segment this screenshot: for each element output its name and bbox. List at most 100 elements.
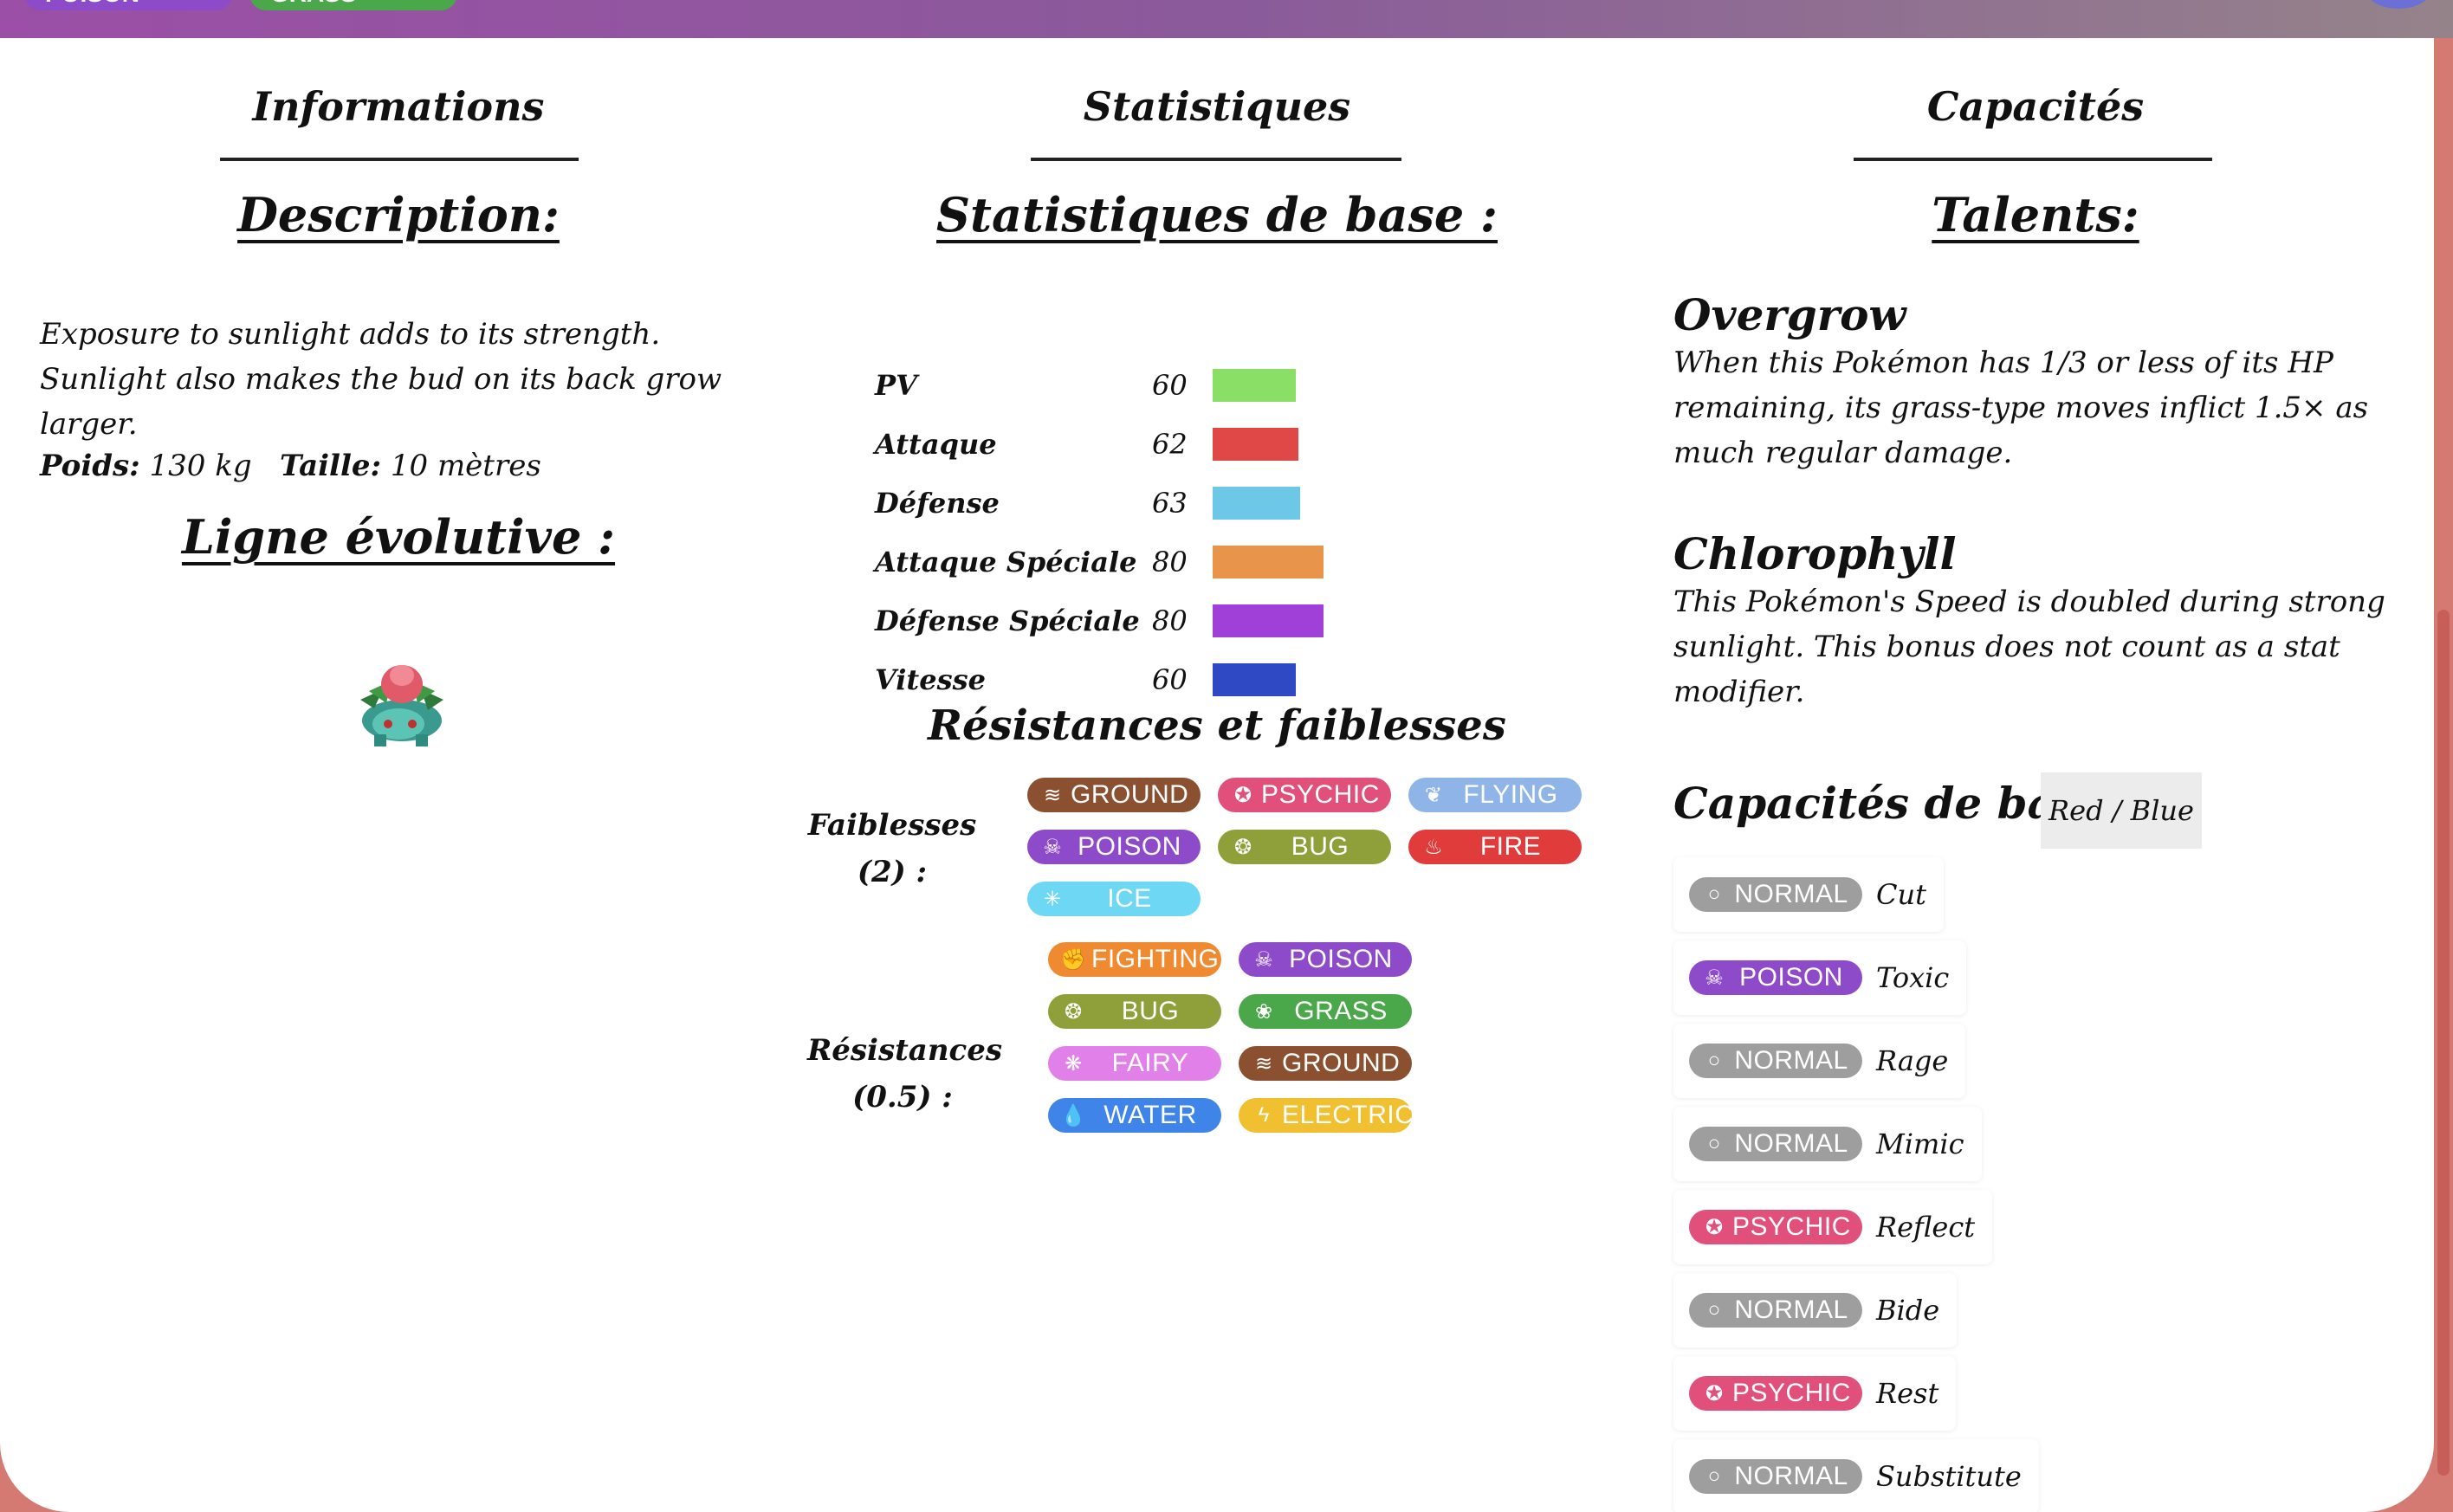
informations-column: Informations Description: Exposure to su…	[0, 38, 797, 746]
stat-name: Défense Spéciale	[875, 604, 1140, 637]
type-badge-ground: ≋ GROUND	[1239, 1046, 1412, 1081]
grass-icon: ❀	[1254, 999, 1273, 1024]
normal-icon: ○	[1707, 882, 1721, 906]
move-card[interactable]: ✪ PSYCHIC Reflect	[1673, 1190, 1993, 1264]
type-badge-label: NORMAL	[1734, 1046, 1848, 1075]
description-title: Description:	[237, 187, 560, 242]
normal-icon: ○	[1707, 1464, 1721, 1488]
type-badge-label: NORMAL	[1734, 880, 1848, 908]
tab-capacites[interactable]: Capacités	[1663, 38, 2408, 159]
move-card[interactable]: ○ NORMAL Rage	[1673, 1024, 1966, 1098]
type-badge-normal: ○ NORMAL	[1689, 1293, 1862, 1328]
psychic-icon: ✪	[1233, 783, 1252, 807]
type-badge-label: PSYCHIC	[1261, 780, 1380, 809]
stat-name: Attaque	[875, 428, 997, 461]
scrollbar[interactable]	[2434, 38, 2453, 1512]
move-name: Cut	[1876, 878, 1926, 911]
type-badge-label: GROUND	[1071, 780, 1189, 809]
type-badge-psychic: ✪ PSYCHIC	[1689, 1210, 1862, 1244]
type-badge-water: 💧 WATER	[1048, 1098, 1221, 1133]
stat-bar	[1213, 663, 1296, 696]
type-badge-bug: ❂ BUG	[1048, 994, 1221, 1029]
tab-statistiques[interactable]: Statistiques	[797, 38, 1637, 159]
type-badge-label: BUG	[1291, 832, 1349, 861]
stat-value: 80	[1152, 546, 1188, 578]
version-select-button[interactable]: Red / Blue	[2041, 772, 2202, 849]
talent-name: Chlorophyll	[1673, 528, 1957, 579]
weaknesses-label: Faiblesses (2) :	[797, 802, 987, 895]
ground-icon: ≋	[1043, 783, 1062, 807]
type-badge-psychic: ✪ PSYCHIC	[1218, 778, 1391, 812]
type-badge-label: GRASS	[1294, 997, 1388, 1025]
move-name: Rest	[1876, 1377, 1939, 1410]
move-name: Toxic	[1876, 961, 1950, 994]
stat-value: 60	[1152, 663, 1188, 696]
resistances-label-line1: Résistances	[807, 1033, 1003, 1068]
type-badge-label: ELECTRIC	[1282, 1101, 1414, 1129]
type-badge-label: FIGHTING	[1091, 945, 1220, 973]
poison-icon: ☠	[1043, 835, 1062, 859]
talent-chlorophyll: Chlorophyll This Pokémon's Speed is doub…	[1673, 528, 2401, 714]
talent-name: Overgrow	[1673, 289, 1906, 340]
type-badge-normal: ○ NORMAL	[1689, 877, 1862, 912]
type-badge-psychic: ✪ PSYCHIC	[1689, 1376, 1862, 1411]
move-name: Mimic	[1876, 1128, 1964, 1160]
physical-info: Poids: 130 kg Taille: 10 mètres	[40, 443, 733, 488]
move-card[interactable]: ✪ PSYCHIC Rest	[1673, 1356, 1957, 1431]
type-badge-poison: ☠ POISON	[1239, 942, 1412, 977]
pokemon-detail-card: Informations Description: Exposure to su…	[0, 38, 2434, 1512]
tab-underline	[1031, 158, 1401, 161]
type-badge-normal: ○ NORMAL	[1689, 1127, 1862, 1161]
type-badge-label: WATER	[1104, 1101, 1197, 1129]
move-card[interactable]: ○ NORMAL Cut	[1673, 857, 1944, 932]
scrollbar-thumb[interactable]	[2437, 610, 2450, 1476]
stat-bar	[1213, 487, 1300, 520]
stat-bar	[1213, 369, 1296, 402]
type-badge-label: POISON	[1739, 963, 1843, 992]
move-card[interactable]: ○ NORMAL Mimic	[1673, 1107, 1982, 1181]
move-name: Bide	[1876, 1294, 1940, 1327]
move-card[interactable]: ○ NORMAL Substitute	[1673, 1439, 2039, 1512]
type-badge-label: FAIRY	[1111, 1049, 1189, 1077]
stat-name: Défense	[875, 487, 1000, 520]
base-stats-title: Statistiques de base :	[936, 187, 1498, 242]
stat-row: Attaque 62	[875, 424, 1298, 464]
resistances-label: Résistances (0.5) :	[807, 1027, 1003, 1121]
ground-icon: ≋	[1254, 1051, 1273, 1076]
type-badge-label: NORMAL	[1734, 1462, 1848, 1490]
type-badge-label: GROUND	[1282, 1049, 1401, 1077]
type-badge-label: PSYCHIC	[1732, 1212, 1851, 1241]
tab-informations[interactable]: Informations	[0, 38, 797, 159]
type-badge-flying: ❦ FLYING	[1408, 778, 1582, 812]
avatar[interactable]	[2361, 0, 2436, 9]
move-card[interactable]: ○ NORMAL Bide	[1673, 1273, 1958, 1347]
normal-icon: ○	[1707, 1049, 1721, 1072]
normal-icon: ○	[1707, 1298, 1721, 1321]
type-badge-label: NORMAL	[1734, 1296, 1848, 1324]
type-badge-ice: ✳ ICE	[1027, 882, 1201, 916]
evolution-title: Ligne évolutive :	[181, 509, 616, 565]
fighting-icon: ✊	[1060, 947, 1086, 972]
water-icon: 💧	[1060, 1103, 1086, 1128]
pokemon-sprite[interactable]	[348, 655, 452, 750]
type-badge-bug: ❂ BUG	[1218, 830, 1391, 864]
move-name: Rage	[1876, 1044, 1949, 1077]
resistances-title: Résistances et faiblesses	[928, 701, 1506, 750]
stat-value: 63	[1152, 487, 1188, 520]
type-badge-poison: ☠ POISON	[1689, 960, 1862, 995]
type-badge-label: PSYCHIC	[1732, 1379, 1851, 1407]
move-card[interactable]: ☠ POISON Toxic	[1673, 940, 1967, 1015]
stat-bar	[1213, 428, 1298, 461]
weaknesses-label-line2: (2) :	[857, 855, 928, 889]
electric-icon: ϟ	[1258, 1103, 1270, 1127]
type-badge-label: FIRE	[1479, 832, 1542, 861]
height-value: 10 mètres	[390, 449, 541, 483]
weaknesses-label-line1: Faiblesses	[807, 808, 977, 843]
type-badge-normal: ○ NORMAL	[1689, 1044, 1862, 1078]
type-badge-label: NORMAL	[1734, 1129, 1848, 1158]
talent-description: This Pokémon's Speed is doubled during s…	[1673, 585, 2385, 709]
type-badge-label: ICE	[1107, 884, 1152, 913]
fire-icon: ♨	[1424, 835, 1443, 859]
move-name: Substitute	[1876, 1460, 2022, 1493]
type-badge-label: POISON	[1078, 832, 1181, 861]
